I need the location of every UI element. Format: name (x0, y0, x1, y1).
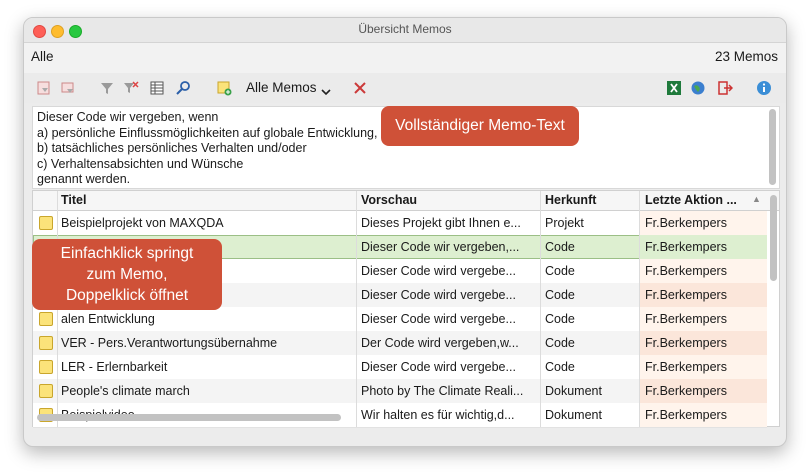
memo-title: alen Entwicklung (61, 312, 155, 326)
memo-edit-icon[interactable] (59, 79, 77, 97)
chevron-down-icon[interactable] (321, 84, 331, 99)
table-row[interactable]: Beispielprojekt von MAXQDA Dieses Projekt… (33, 211, 767, 236)
title-bar: Übersicht Memos (24, 18, 786, 43)
table-vertical-scrollbar[interactable] (770, 195, 777, 281)
memo-last-action: Fr.Berkempers (645, 360, 727, 374)
memo-last-action: Fr.Berkempers (645, 240, 727, 254)
column-header-title[interactable]: Titel (61, 193, 86, 207)
memo-preview: Wir halten es für wichtig,d... (361, 408, 515, 422)
preview-scrollbar[interactable] (769, 109, 776, 185)
memo-preview: Dieser Code wird vergebe... (361, 360, 516, 374)
memo-last-action: Fr.Berkempers (645, 264, 727, 278)
table-row[interactable]: People's climate march Photo by The Clima… (33, 379, 767, 404)
column-divider (540, 191, 541, 427)
memo-preview: Dieser Code wird vergebe... (361, 288, 516, 302)
callout-click-hint: Einfachklick springt zum Memo, Doppelkli… (32, 239, 222, 310)
info-icon[interactable] (755, 79, 773, 97)
table-horizontal-scrollbar[interactable] (37, 414, 341, 421)
memo-origin: Code (545, 360, 575, 374)
toolbar: Alle Memos (24, 73, 786, 103)
memo-last-action: Fr.Berkempers (645, 408, 727, 422)
table-row[interactable]: alen Entwicklung Dieser Code wird vergebe… (33, 307, 767, 332)
memo-last-action: Fr.Berkempers (645, 216, 727, 230)
table-row[interactable]: LER - Erlernbarkeit Dieser Code wird verg… (33, 355, 767, 380)
memo-title: LER - Erlernbarkeit (61, 360, 168, 374)
sort-arrow-icon: ▲ (752, 194, 761, 204)
column-divider (356, 191, 357, 427)
clear-filter-icon[interactable] (122, 79, 140, 97)
memo-icon (39, 336, 53, 350)
column-header-preview[interactable]: Vorschau (361, 193, 417, 207)
memo-origin: Dokument (545, 384, 602, 398)
memo-origin: Code (545, 336, 575, 350)
callout-full-text: Vollständiger Memo-Text (381, 106, 579, 146)
memo-last-action: Fr.Berkempers (645, 312, 727, 326)
filter-label: Alle (31, 49, 54, 64)
memo-origin: Projekt (545, 216, 584, 230)
memo-preview: Der Code wird vergeben,w... (361, 336, 519, 350)
memo-origin: Code (545, 240, 575, 254)
exit-export-icon[interactable] (716, 79, 734, 97)
memo-preview: Dieser Code wird vergebe... (361, 264, 516, 278)
filter-bar: Alle 23 Memos (24, 43, 786, 73)
memo-preview: Dieser Code wird vergebe... (361, 312, 516, 326)
callout-line: zum Memo, (86, 266, 168, 283)
excel-export-icon[interactable] (665, 79, 683, 97)
memo-title: Beispielprojekt von MAXQDA (61, 216, 224, 230)
memo-dropdown[interactable]: Alle Memos (246, 80, 317, 95)
filter-icon[interactable] (98, 79, 116, 97)
memo-last-action: Fr.Berkempers (645, 384, 727, 398)
web-export-icon[interactable] (689, 79, 707, 97)
memo-preview: Photo by The Climate Reali... (361, 384, 524, 398)
memo-last-action: Fr.Berkempers (645, 288, 727, 302)
delete-icon[interactable] (351, 79, 369, 97)
memo-origin: Dokument (545, 408, 602, 422)
callout-line: Doppelklick öffnet (65, 287, 189, 304)
memo-count: 23 Memos (714, 49, 778, 64)
memo-overview-window: Übersicht Memos Alle 23 Memos Alle Memos (23, 17, 787, 447)
memo-title: VER - Pers.Verantwortungsübernahme (61, 336, 278, 350)
memo-icon (39, 360, 53, 374)
memo-origin: Code (545, 312, 575, 326)
columns-icon[interactable] (148, 79, 166, 97)
column-header-last-action[interactable]: Letzte Aktion ... (645, 193, 737, 207)
memo-preview: Dieser Code wir vergeben,... (361, 240, 520, 254)
memo-origin: Code (545, 288, 575, 302)
memo-last-action: Fr.Berkempers (645, 336, 727, 350)
preview-text: Dieser Code wir vergeben, wenn a) persön… (37, 110, 378, 186)
search-icon[interactable] (174, 79, 192, 97)
memo-title: People's climate march (61, 384, 190, 398)
memo-preview: Dieses Projekt gibt Ihnen e... (361, 216, 521, 230)
table-header: Titel Vorschau Herkunft Letzte Aktion ..… (33, 191, 779, 211)
table-row[interactable]: VER - Pers.Verantwortungsübernahme Der Co… (33, 331, 767, 356)
memo-origin: Code (545, 264, 575, 278)
new-memo-icon[interactable] (215, 79, 233, 97)
callout-line: Einfachklick springt (60, 245, 194, 262)
window-title: Übersicht Memos (358, 22, 452, 36)
memo-icon (39, 312, 53, 326)
memo-icon (39, 216, 53, 230)
column-divider (639, 191, 640, 427)
memo-filter-icon[interactable] (35, 79, 53, 97)
column-header-origin[interactable]: Herkunft (545, 193, 596, 207)
memo-icon (39, 384, 53, 398)
